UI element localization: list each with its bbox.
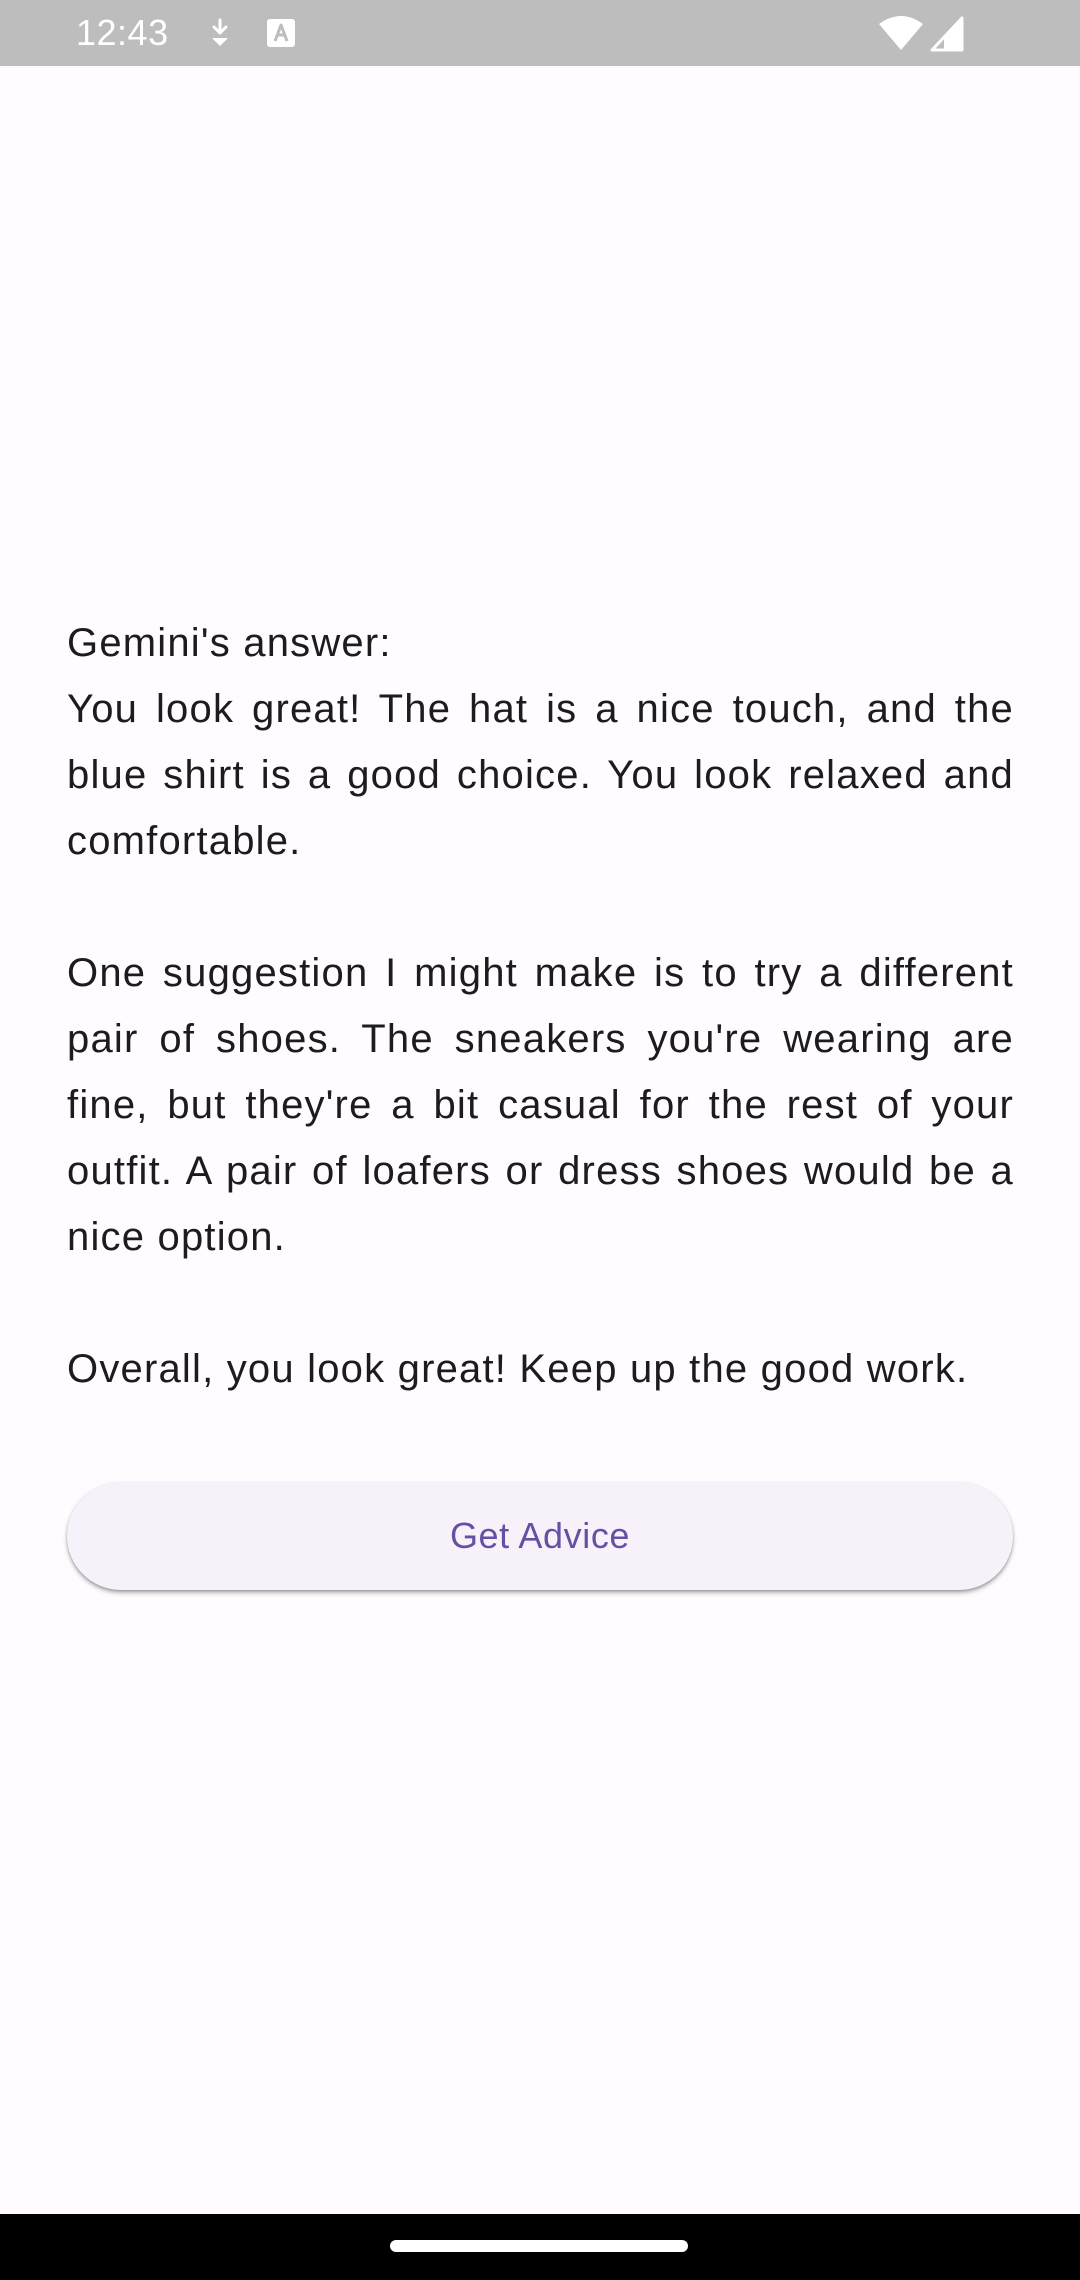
get-advice-button[interactable]: Get Advice bbox=[67, 1482, 1013, 1590]
download-icon bbox=[212, 18, 228, 46]
status-time: 12:43 bbox=[76, 12, 169, 53]
answer-paragraph: Overall, you look great! Keep up the goo… bbox=[67, 1347, 969, 1391]
status-bar: 12:43 bbox=[0, 0, 1080, 66]
get-advice-button-label: Get Advice bbox=[449, 1515, 631, 1556]
answer-label: Gemini's answer: bbox=[67, 621, 392, 665]
answer-paragraph: One suggestion I might make is to try a … bbox=[67, 951, 1014, 1259]
gemini-answer: Gemini's answer: You look great! The hat… bbox=[67, 610, 1014, 1402]
answer-paragraph: You look great! The hat is a nice touch,… bbox=[67, 687, 1014, 863]
home-gesture-handle[interactable] bbox=[390, 2240, 688, 2252]
text-a-icon bbox=[267, 19, 295, 47]
wifi-icon bbox=[879, 16, 923, 50]
cell-signal-icon bbox=[930, 16, 964, 52]
